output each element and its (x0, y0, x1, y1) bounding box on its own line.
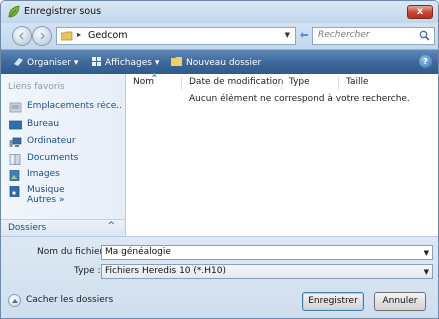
views-button[interactable]: Affichages ▾ (91, 56, 159, 68)
save-form: Nom du fichier : Ma généalogie ▼ Type : … (1, 236, 438, 318)
search-icon[interactable] (419, 30, 430, 41)
new-folder-label: Nouveau dossier (186, 58, 262, 68)
chevron-down-icon[interactable]: ▼ (424, 268, 429, 276)
chevron-down-icon[interactable]: ▼ (285, 31, 290, 39)
file-type-value[interactable]: Fichiers Heredis 10 (*.H10) (105, 266, 226, 276)
views-label: Affichages (105, 58, 152, 68)
search-placeholder: Rechercher (318, 30, 370, 40)
column-size[interactable]: Taille (346, 77, 369, 87)
sidebar-item-computer[interactable]: Ordinateur (9, 136, 121, 150)
file-list[interactable]: ▲ Nom Date de modification Type Taille A… (126, 71, 438, 236)
command-toolbar: Organiser ▾ Affichages ▾ Nouveau dossier… (1, 49, 438, 74)
sidebar-item-label: Musique (27, 185, 65, 195)
computer-icon (9, 137, 22, 148)
search-input[interactable]: Rechercher (312, 27, 435, 45)
save-button[interactable]: Enregistrer (302, 292, 364, 311)
file-type-select[interactable]: Fichiers Heredis 10 (*.H10) ▼ (101, 264, 433, 279)
hide-folders-label[interactable]: Cacher les dossiers (26, 295, 113, 305)
sidebar-item-documents[interactable]: Documents (9, 153, 121, 167)
close-icon: x (416, 6, 424, 17)
title-bar[interactable]: Enregistrer sous x (1, 1, 438, 23)
folders-toggle-bar[interactable]: Dossiers ^ (1, 219, 125, 236)
chevron-up-icon[interactable]: ^ (107, 221, 115, 231)
column-divider[interactable] (338, 76, 339, 90)
folder-icon (60, 31, 73, 41)
sidebar-item-label: Documents (27, 153, 79, 163)
forward-button[interactable] (32, 26, 52, 46)
music-icon (9, 186, 22, 197)
breadcrumb-arrow-icon[interactable]: ▸ (77, 30, 81, 39)
filename-value[interactable]: Ma généalogie (105, 247, 171, 257)
filename-field[interactable]: Ma généalogie ▼ (101, 245, 433, 260)
pictures-icon (9, 170, 22, 181)
recent-places-icon (9, 102, 22, 113)
organize-button[interactable]: Organiser ▾ (13, 56, 78, 68)
refresh-icon[interactable] (298, 29, 312, 43)
collapse-icon[interactable] (8, 294, 21, 307)
documents-icon (9, 154, 22, 165)
column-date-modified[interactable]: Date de modification (189, 77, 283, 87)
empty-message: Aucun élément ne correspond à votre rech… (189, 94, 410, 104)
address-row: ▸ Gedcom ▼ Rechercher (1, 23, 438, 49)
save-as-dialog: Enregistrer sous x ▸ Gedcom ▼ Rechercher (0, 0, 439, 319)
arrow-right-icon (40, 32, 46, 40)
breadcrumb-folder[interactable]: Gedcom (88, 30, 128, 41)
column-name[interactable]: Nom (133, 77, 154, 87)
sidebar-item-pictures[interactable]: Images (9, 169, 121, 183)
heredis-leaf-icon (7, 5, 21, 19)
column-divider[interactable] (281, 76, 282, 90)
desktop-icon (9, 120, 22, 131)
help-icon[interactable]: ? (419, 55, 432, 68)
more-links[interactable]: Autres » (27, 195, 65, 205)
back-button[interactable] (12, 26, 32, 46)
column-type[interactable]: Type (289, 77, 310, 87)
organize-label: Organiser (27, 58, 71, 68)
navigation-pane: Liens favoris Emplacements réce... Burea… (1, 74, 126, 236)
folders-label: Dossiers (8, 223, 47, 233)
sidebar-item-recent-places[interactable]: Emplacements réce... (9, 101, 121, 115)
chevron-down-icon[interactable]: ▼ (424, 249, 429, 257)
sidebar-item-label: Emplacements réce... (27, 101, 121, 111)
arrow-left-icon (18, 32, 24, 40)
new-folder-button[interactable]: Nouveau dossier (171, 56, 261, 68)
new-folder-icon (171, 57, 182, 66)
sidebar-item-music[interactable]: Musique (9, 185, 121, 199)
sidebar-item-label: Images (27, 169, 60, 179)
sidebar-item-label: Ordinateur (27, 136, 76, 146)
window-title: Enregistrer sous (24, 6, 102, 17)
organize-icon (14, 58, 23, 66)
favorites-title: Liens favoris (8, 82, 65, 92)
sidebar-item-desktop[interactable]: Bureau (9, 119, 121, 133)
views-icon (92, 57, 101, 66)
close-button[interactable]: x (407, 5, 433, 19)
address-bar[interactable]: ▸ Gedcom ▼ (56, 27, 296, 45)
sidebar-item-label: Bureau (27, 119, 60, 129)
filename-label: Nom du fichier : (37, 247, 110, 257)
cancel-button[interactable]: Annuler (374, 292, 426, 311)
type-label: Type : (74, 266, 101, 276)
column-divider[interactable] (181, 76, 182, 90)
